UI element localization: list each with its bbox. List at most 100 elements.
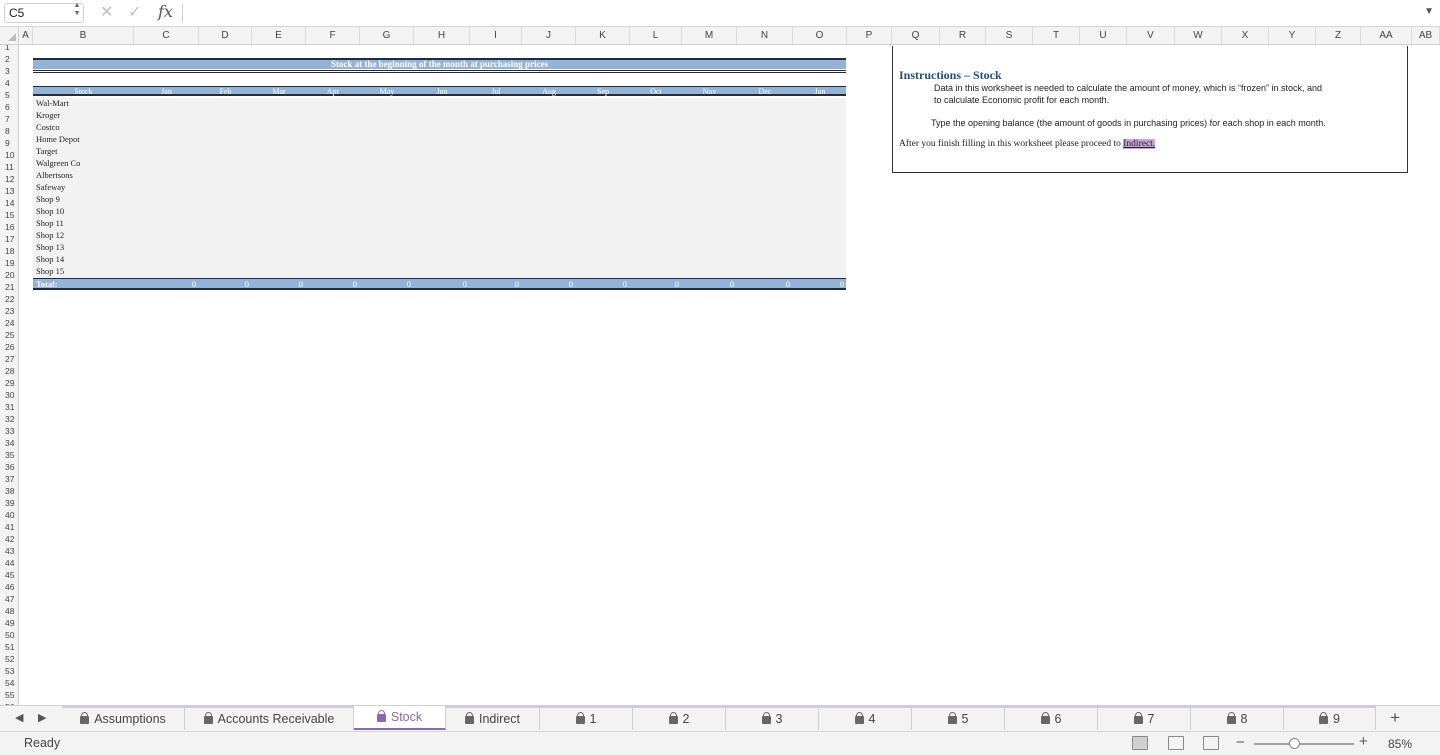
row-header-32[interactable]: 32 <box>0 413 18 425</box>
row-header-10[interactable]: 10 <box>0 149 18 161</box>
column-header-t[interactable]: T <box>1033 27 1080 45</box>
row-header-9[interactable]: 9 <box>0 137 18 149</box>
data-input-area[interactable]: Wal-Mart Kroger Costco Home Depot Target Walg… <box>33 98 846 278</box>
row-header-35[interactable]: 35 <box>0 449 18 461</box>
column-header-u[interactable]: U <box>1080 27 1127 45</box>
row-header-52[interactable]: 52 <box>0 653 18 665</box>
total-value[interactable]: 0 <box>327 279 357 290</box>
row-header-39[interactable]: 39 <box>0 497 18 509</box>
row-header-16[interactable]: 16 <box>0 221 18 233</box>
zoom-slider-thumb[interactable] <box>1289 738 1300 749</box>
row-header-43[interactable]: 43 <box>0 545 18 557</box>
total-value[interactable]: 0 <box>219 279 249 290</box>
row-header-21[interactable]: 21 <box>0 281 18 293</box>
row-header-33[interactable]: 33 <box>0 425 18 437</box>
total-value[interactable]: 0 <box>273 279 303 290</box>
total-value[interactable]: 0 <box>166 279 196 290</box>
row-header-2[interactable]: 2 <box>0 53 18 65</box>
row-header-11[interactable]: 11 <box>0 161 18 173</box>
row-header-6[interactable]: 6 <box>0 101 18 113</box>
chevron-down-icon[interactable]: ▼ <box>1424 6 1434 17</box>
row-header-45[interactable]: 45 <box>0 569 18 581</box>
row-header-54[interactable]: 54 <box>0 677 18 689</box>
sheet-tab-stock[interactable]: Stock <box>354 706 446 730</box>
column-header-b[interactable]: B <box>33 27 134 45</box>
row-header-15[interactable]: 15 <box>0 209 18 221</box>
row-header-26[interactable]: 26 <box>0 341 18 353</box>
column-header-k[interactable]: K <box>576 27 630 45</box>
sheet-tab-5[interactable]: 5 <box>912 706 1005 730</box>
total-value[interactable]: 0 <box>760 279 790 290</box>
column-header-z[interactable]: Z <box>1316 27 1361 45</box>
sheet-tab-4[interactable]: 4 <box>819 706 912 730</box>
sheet-tab-7[interactable]: 7 <box>1098 706 1191 730</box>
column-header-o[interactable]: O <box>793 27 847 45</box>
column-header-r[interactable]: R <box>940 27 986 45</box>
column-header-j[interactable]: J <box>522 27 576 45</box>
total-value[interactable]: 0 <box>543 279 573 290</box>
row-header-18[interactable]: 18 <box>0 245 18 257</box>
row-header-5[interactable]: 5 <box>0 89 18 101</box>
row-header-53[interactable]: 53 <box>0 665 18 677</box>
column-header-s[interactable]: S <box>986 27 1033 45</box>
column-header-f[interactable]: F <box>306 27 360 45</box>
sheet-tab-1[interactable]: 1 <box>540 706 633 730</box>
row-header-36[interactable]: 36 <box>0 461 18 473</box>
row-header-8[interactable]: 8 <box>0 125 18 137</box>
total-value[interactable]: 0 <box>814 279 844 290</box>
row-header-28[interactable]: 28 <box>0 365 18 377</box>
select-all-corner[interactable] <box>0 27 19 45</box>
row-header-22[interactable]: 22 <box>0 293 18 305</box>
zoom-in-icon[interactable]: + <box>1359 733 1368 750</box>
row-header-34[interactable]: 34 <box>0 437 18 449</box>
zoom-out-icon[interactable]: − <box>1236 734 1245 751</box>
worksheet-grid[interactable]: Stock at the beginning of the month at p… <box>19 45 1440 705</box>
row-header-13[interactable]: 13 <box>0 185 18 197</box>
row-header-31[interactable]: 31 <box>0 401 18 413</box>
sheet-tab-assumptions[interactable]: Assumptions <box>62 706 185 730</box>
row-header-29[interactable]: 29 <box>0 377 18 389</box>
column-header-v[interactable]: V <box>1127 27 1175 45</box>
total-value[interactable]: 0 <box>437 279 467 290</box>
total-value[interactable]: 0 <box>704 279 734 290</box>
row-header-38[interactable]: 38 <box>0 485 18 497</box>
row-header-12[interactable]: 12 <box>0 173 18 185</box>
row-header-40[interactable]: 40 <box>0 509 18 521</box>
checkmark-icon[interactable]: ✓ <box>128 3 141 23</box>
row-header-1[interactable]: 1 <box>0 45 18 53</box>
column-header-g[interactable]: G <box>360 27 414 45</box>
column-header-e[interactable]: E <box>252 27 306 45</box>
sheet-tab-indirect[interactable]: Indirect <box>446 706 540 730</box>
zoom-slider[interactable] <box>1254 743 1354 745</box>
zoom-level[interactable]: 85% <box>1388 737 1412 751</box>
column-header-d[interactable]: D <box>199 27 252 45</box>
fx-icon[interactable]: fx <box>158 2 173 21</box>
column-header-y[interactable]: Y <box>1269 27 1316 45</box>
column-header-c[interactable]: C <box>134 27 199 45</box>
column-header-n[interactable]: N <box>737 27 793 45</box>
column-header-aa[interactable]: AA <box>1361 27 1412 45</box>
row-header-17[interactable]: 17 <box>0 233 18 245</box>
page-layout-view-icon[interactable] <box>1168 736 1184 750</box>
total-value[interactable]: 0 <box>381 279 411 290</box>
sheet-tab-8[interactable]: 8 <box>1191 706 1284 730</box>
column-header-i[interactable]: I <box>470 27 522 45</box>
page-break-view-icon[interactable] <box>1203 736 1219 750</box>
row-header-44[interactable]: 44 <box>0 557 18 569</box>
row-header-7[interactable]: 7 <box>0 113 18 125</box>
row-header-46[interactable]: 46 <box>0 581 18 593</box>
sheet-tab-2[interactable]: 2 <box>633 706 726 730</box>
scroll-left-icon[interactable]: ◀ <box>15 711 23 724</box>
row-header-49[interactable]: 49 <box>0 617 18 629</box>
column-header-l[interactable]: L <box>630 27 682 45</box>
row-header-50[interactable]: 50 <box>0 629 18 641</box>
row-header-3[interactable]: 3 <box>0 65 18 77</box>
row-header-47[interactable]: 47 <box>0 593 18 605</box>
sheet-tab-accounts-receivable[interactable]: Accounts Receivable <box>185 706 354 730</box>
column-header-p[interactable]: P <box>847 27 892 45</box>
column-header-w[interactable]: W <box>1175 27 1222 45</box>
column-header-a[interactable]: A <box>19 27 33 45</box>
formula-input[interactable] <box>190 4 1410 22</box>
column-header-ab[interactable]: AB <box>1412 27 1440 45</box>
scroll-right-icon[interactable]: ▶ <box>38 711 46 724</box>
